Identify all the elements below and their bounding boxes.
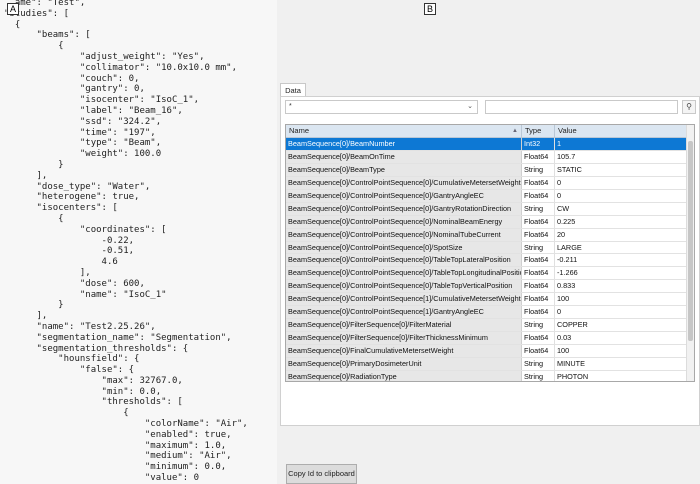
cell-name: BeamSequence[0]/FilterSequence[0]/Filter…: [286, 332, 522, 344]
cell-type: Float64: [522, 280, 555, 293]
table-row[interactable]: BeamSequence[0]/BeamNumber Int32 1: [286, 138, 686, 151]
table-row[interactable]: BeamSequence[0]/ControlPointSequence[1]/…: [286, 306, 686, 320]
cell-value: -0.211: [557, 255, 578, 265]
cell-name: BeamSequence[0]/ControlPointSequence[0]/…: [286, 267, 522, 280]
copy-id-button[interactable]: Copy Id to clipboard: [286, 464, 357, 484]
table-row[interactable]: BeamSequence[0]/ControlPointSequence[0]/…: [286, 254, 686, 268]
cell-value: 0: [557, 190, 562, 200]
table-row[interactable]: BeamSequence[0]/ControlPointSequence[0]/…: [286, 176, 686, 190]
cell-name: BeamSequence[0]/ControlPointSequence[0]/…: [286, 202, 522, 215]
marker-b: B: [424, 3, 436, 15]
cell-name: BeamSequence[0]/BeamType: [286, 163, 522, 176]
vertical-scrollbar[interactable]: [686, 125, 694, 381]
filter-value: *: [289, 103, 292, 110]
cell-value: 105.7: [557, 151, 576, 161]
search-button[interactable]: ⚲: [682, 100, 696, 114]
cell-value: 100: [557, 294, 570, 304]
table-row[interactable]: BeamSequence[0]/ControlPointSequence[0]/…: [286, 189, 686, 203]
table-row[interactable]: BeamSequence[0]/ControlPointSequence[1]/…: [286, 293, 686, 307]
cell-type: Int32: [522, 138, 555, 150]
cell-value: 0.225: [557, 216, 576, 226]
cell-name: BeamSequence[0]/ControlPointSequence[0]/…: [286, 254, 522, 267]
cell-value: STATIC: [557, 164, 582, 174]
table-row[interactable]: BeamSequence[0]/RadiationType String PHOTO…: [286, 370, 686, 381]
table-row[interactable]: BeamSequence[0]/BeamType String STATIC: [286, 163, 686, 177]
cell-value: CW: [557, 203, 570, 213]
cell-value: MINUTE: [557, 358, 585, 368]
cell-name: BeamSequence[0]/BeamOnTime: [286, 150, 522, 163]
tab-data[interactable]: Data: [280, 83, 306, 97]
data-viewer-panel: B Data * ⌄ ⚲ Name ▲ Type Value BeamSeque…: [277, 0, 700, 484]
grid-header: Name ▲ Type Value: [286, 125, 686, 138]
table-row[interactable]: BeamSequence[0]/ControlPointSequence[0]/…: [286, 215, 686, 229]
grid-body: BeamSequence[0]/BeamNumber Int32 1 BeamSequ…: [286, 138, 686, 381]
table-row[interactable]: BeamSequence[0]/ControlPointSequence[0]/…: [286, 280, 686, 294]
cell-type: String: [522, 202, 555, 215]
cell-name: BeamSequence[0]/ControlPointSequence[0]/…: [286, 189, 522, 202]
cell-value: 1: [555, 138, 686, 150]
cell-type: String: [522, 370, 555, 381]
data-pane: * ⌄ ⚲ Name ▲ Type Value BeamSequence[0]/…: [280, 96, 700, 484]
cell-name: BeamSequence[0]/FinalCumulativeMetersetW…: [286, 345, 522, 357]
search-input[interactable]: [485, 100, 678, 114]
cell-type: Float64: [522, 189, 555, 202]
cell-value: 100: [557, 346, 570, 355]
cell-value: COPPER: [557, 320, 588, 330]
cell-name: BeamSequence[0]/BeamNumber: [286, 138, 522, 150]
cell-value: 0.03: [557, 333, 572, 343]
cell-value: 0: [557, 177, 562, 187]
table-row[interactable]: BeamSequence[0]/ControlPointSequence[0]/…: [286, 267, 686, 281]
cell-name: BeamSequence[0]/ControlPointSequence[0]/…: [286, 280, 522, 293]
json-text: ame": "Test", "studies": [ { "beams": [ …: [4, 0, 248, 484]
magnifier-icon: ⚲: [686, 102, 692, 111]
cell-type: String: [522, 319, 555, 332]
column-header-value[interactable]: Value: [555, 125, 686, 137]
cell-type: Float64: [522, 332, 555, 344]
table-row[interactable]: BeamSequence[0]/FinalCumulativeMetersetW…: [286, 345, 686, 358]
cell-value: -1.266: [557, 268, 578, 278]
table-row[interactable]: BeamSequence[0]/BeamOnTime Float64 105.7: [286, 150, 686, 164]
table-row[interactable]: BeamSequence[0]/ControlPointSequence[0]/…: [286, 241, 686, 255]
sort-up-icon: ▲: [512, 128, 518, 134]
cell-name: BeamSequence[0]/ControlPointSequence[0]/…: [286, 241, 522, 254]
marker-a: A: [7, 3, 19, 15]
cell-type: Float64: [522, 176, 555, 189]
cell-value: 20: [557, 229, 566, 239]
cell-type: Float64: [522, 150, 555, 163]
cell-name: BeamSequence[0]/ControlPointSequence[1]/…: [286, 306, 522, 319]
cell-name: BeamSequence[0]/ControlPointSequence[0]/…: [286, 215, 522, 228]
column-header-name[interactable]: Name ▲: [286, 125, 522, 137]
cell-type: String: [522, 357, 555, 370]
cell-type: Float64: [522, 345, 555, 357]
chevron-down-icon: ⌄: [467, 103, 473, 110]
cell-type: String: [522, 241, 555, 254]
table-row[interactable]: BeamSequence[0]/FilterSequence[0]/Filter…: [286, 319, 686, 333]
table-row[interactable]: BeamSequence[0]/FilterSequence[0]/Filter…: [286, 332, 686, 345]
table-row[interactable]: BeamSequence[0]/PrimaryDosimeterUnit Stri…: [286, 357, 686, 371]
cell-type: Float64: [522, 254, 555, 267]
cell-type: String: [522, 163, 555, 176]
cell-value: 0: [557, 307, 562, 317]
cell-type: Float64: [522, 293, 555, 306]
data-grid[interactable]: Name ▲ Type Value BeamSequence[0]/BeamNu…: [285, 124, 695, 382]
cell-name: BeamSequence[0]/ControlPointSequence[0]/…: [286, 176, 522, 189]
cell-type: Float64: [522, 267, 555, 280]
table-row[interactable]: BeamSequence[0]/ControlPointSequence[0]/…: [286, 202, 686, 216]
cell-value: PHOTON: [557, 371, 589, 381]
cell-type: Float64: [522, 215, 555, 228]
json-viewer-panel: ame": "Test", "studies": [ { "beams": [ …: [0, 0, 277, 484]
cell-value: 0.833: [557, 281, 576, 291]
cell-type: Float64: [522, 306, 555, 319]
filter-dropdown[interactable]: * ⌄: [285, 100, 478, 114]
cell-name: BeamSequence[0]/PrimaryDosimeterUnit: [286, 357, 522, 370]
cell-name: BeamSequence[0]/RadiationType: [286, 370, 522, 381]
cell-type: Float64: [522, 228, 555, 241]
scrollbar-thumb[interactable]: [688, 141, 693, 341]
cell-name: BeamSequence[0]/ControlPointSequence[1]/…: [286, 293, 522, 306]
cell-name: BeamSequence[0]/FilterSequence[0]/Filter…: [286, 319, 522, 332]
table-row[interactable]: BeamSequence[0]/ControlPointSequence[0]/…: [286, 228, 686, 242]
cell-name: BeamSequence[0]/ControlPointSequence[0]/…: [286, 228, 522, 241]
column-header-type[interactable]: Type: [522, 125, 555, 137]
cell-value: LARGE: [557, 242, 582, 252]
